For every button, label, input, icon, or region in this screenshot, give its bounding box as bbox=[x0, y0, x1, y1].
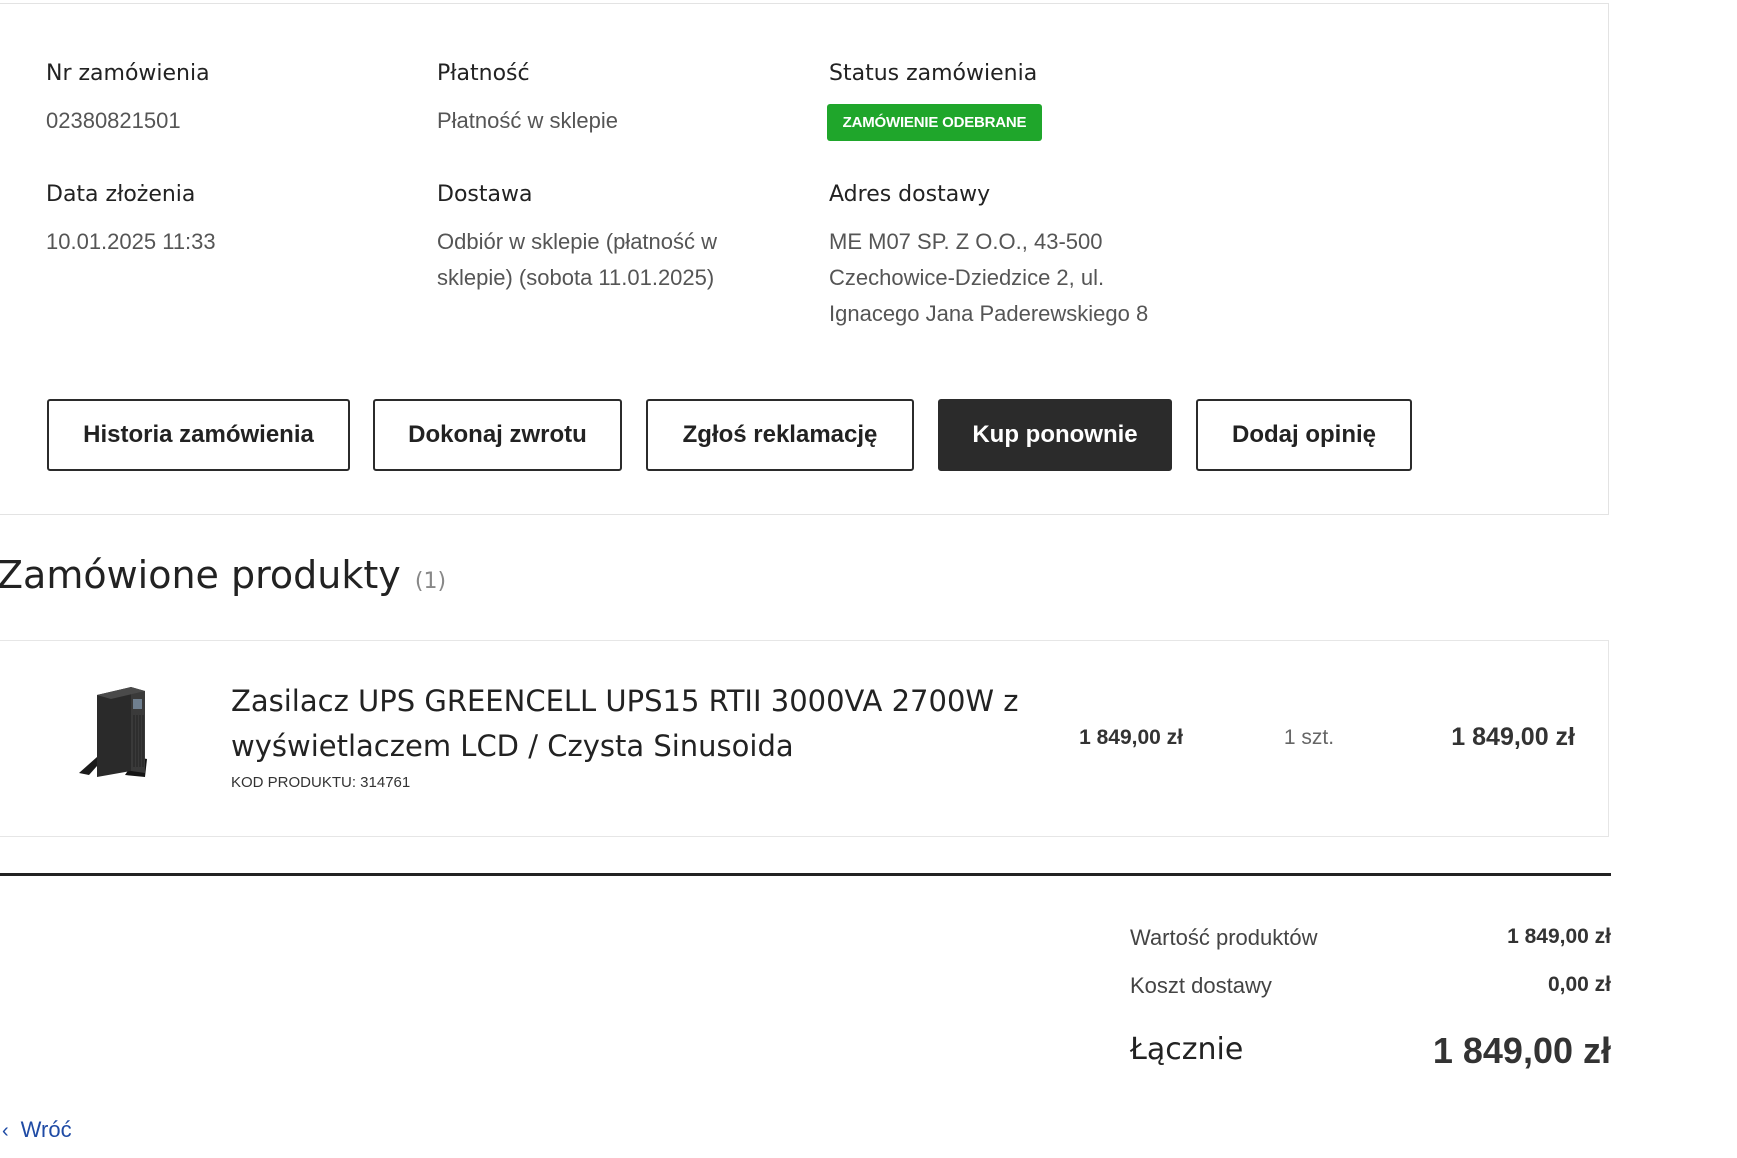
delivery-value-line2: sklepie) (sobota 11.01.2025) bbox=[437, 265, 715, 290]
delivery-address-line3: Ignacego Jana Paderewskiego 8 bbox=[829, 301, 1149, 326]
delivery-label: Dostawa bbox=[437, 182, 533, 207]
file-complaint-button[interactable]: Zgłoś reklamację bbox=[646, 399, 914, 471]
order-total-value: 1 849,00 zł bbox=[1432, 1030, 1611, 1071]
product-name-line2[interactable]: wyświetlaczem LCD / Czysta Sinusoida bbox=[231, 724, 1031, 769]
product-name[interactable]: Zasilacz UPS GREENCELL UPS15 RTII 3000VA… bbox=[231, 679, 1031, 769]
status-label: Status zamówienia bbox=[829, 61, 1038, 86]
ordered-products-heading: Zamówione produkty (1) bbox=[0, 553, 446, 597]
order-number-value: 02380821501 bbox=[46, 108, 181, 133]
ordered-products-title: Zamówione produkty bbox=[0, 553, 401, 597]
payment-label: Płatność bbox=[437, 61, 530, 86]
delivery-address-label: Adres dostawy bbox=[829, 182, 991, 207]
add-review-button[interactable]: Dodaj opinię bbox=[1196, 399, 1412, 471]
product-row: Zasilacz UPS GREENCELL UPS15 RTII 3000VA… bbox=[0, 640, 1609, 837]
order-date-label: Data złożenia bbox=[46, 182, 196, 207]
order-history-button[interactable]: Historia zamówienia bbox=[47, 399, 350, 471]
delivery-address-line1: ME M07 SP. Z O.O., 43-500 bbox=[829, 229, 1103, 254]
products-value-label: Wartość produktów bbox=[1130, 925, 1318, 950]
product-name-line1[interactable]: Zasilacz UPS GREENCELL UPS15 RTII 3000VA… bbox=[231, 679, 1031, 724]
ups-tower-icon[interactable] bbox=[75, 679, 151, 779]
product-unit-price: 1 849,00 zł bbox=[1079, 726, 1183, 749]
back-link-label[interactable]: Wróć bbox=[21, 1117, 72, 1142]
shipping-cost-value: 0,00 zł bbox=[1547, 973, 1611, 996]
payment-value: Płatność w sklepie bbox=[437, 108, 618, 133]
delivery-value-line1: Odbiór w sklepie (płatność w bbox=[437, 229, 718, 254]
product-line-total: 1 849,00 zł bbox=[1451, 723, 1575, 751]
chevron-left-icon[interactable]: ‹ bbox=[2, 1120, 9, 1142]
order-details-card: Nr zamówienia 02380821501 Data złożenia … bbox=[0, 3, 1609, 515]
status-badge: ZAMÓWIENIE ODEBRANE bbox=[827, 104, 1042, 141]
shipping-cost-label: Koszt dostawy bbox=[1130, 973, 1272, 998]
order-total-label: Łącznie bbox=[1130, 1032, 1244, 1067]
buy-again-button[interactable]: Kup ponownie bbox=[938, 399, 1172, 471]
order-date-value: 10.01.2025 11:33 bbox=[46, 229, 216, 254]
back-link[interactable]: ‹ Wróć bbox=[2, 1117, 72, 1143]
summary-divider bbox=[0, 873, 1611, 876]
product-code: KOD PRODUKTU: 314761 bbox=[231, 774, 411, 791]
product-quantity: 1 szt. bbox=[1283, 726, 1335, 749]
order-number-label: Nr zamówienia bbox=[46, 61, 210, 86]
products-value: 1 849,00 zł bbox=[1507, 925, 1611, 948]
ordered-products-count: (1) bbox=[414, 569, 447, 594]
delivery-address-line2: Czechowice-Dziedzice 2, ul. bbox=[829, 265, 1105, 290]
make-return-button[interactable]: Dokonaj zwrotu bbox=[373, 399, 622, 471]
